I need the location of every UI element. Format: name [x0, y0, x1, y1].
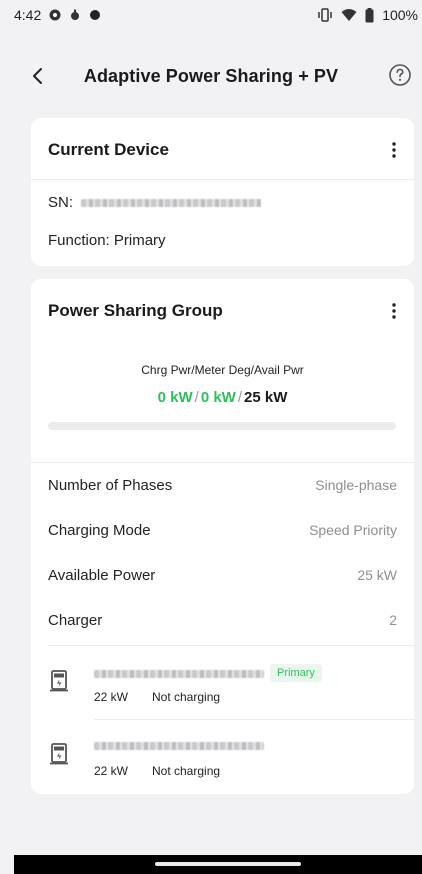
row-label: Number of Phases	[48, 476, 173, 494]
help-circle-icon[interactable]	[388, 63, 412, 87]
status-time: 4:42	[14, 7, 42, 23]
battery-percent: 100%	[382, 7, 418, 23]
charger-list-item[interactable]: 22 kW Not charging	[31, 720, 414, 792]
screen-edge	[0, 0, 14, 874]
row-number-of-phases: Number of Phases Single-phase	[48, 474, 397, 496]
separator: /	[237, 389, 242, 406]
row-value: 25 kW	[357, 567, 397, 583]
serial-number-label: SN:	[48, 194, 74, 211]
power-summary-values: 0 kW/0 kW/25 kW	[31, 389, 414, 406]
dot-notification-icon	[90, 10, 101, 20]
divider	[31, 462, 414, 463]
row-available-power: Available Power 25 kW	[48, 564, 397, 586]
current-device-title: Current Device	[48, 140, 169, 159]
charger-power: 22 kW	[94, 690, 129, 704]
power-sharing-title: Power Sharing Group	[48, 301, 223, 320]
charger-power: 22 kW	[94, 764, 129, 778]
power-summary-label: Chrg Pwr/Meter Deg/Avail Pwr	[141, 363, 304, 377]
available-power-value: 25 kW	[244, 389, 288, 406]
system-navigation-bar	[14, 855, 422, 874]
power-progress-bar	[48, 422, 396, 430]
ev-charger-icon	[50, 743, 68, 765]
row-label: Charging Mode	[48, 521, 151, 539]
function-text: Function: Primary	[48, 232, 166, 249]
meter-deg-value: 0 kW	[200, 389, 236, 406]
charger-name-redacted	[94, 742, 264, 750]
separator: /	[194, 389, 199, 406]
row-label: Available Power	[48, 566, 156, 584]
page-title: Adaptive Power Sharing + PV	[83, 66, 339, 86]
notification-icon	[49, 9, 61, 21]
app-bar: Adaptive Power Sharing + PV	[0, 54, 422, 98]
battery-icon	[365, 7, 374, 22]
ev-charger-icon	[50, 670, 68, 692]
charger-status: Not charging	[152, 764, 221, 778]
charger-list-item[interactable]: Primary 22 kW Not charging	[31, 646, 414, 718]
serial-number: SN:	[48, 194, 262, 211]
row-value: 2	[389, 612, 397, 628]
charging-power-value: 0 kW	[157, 389, 193, 406]
more-vertical-icon[interactable]	[384, 299, 404, 323]
row-charger: Charger 2	[48, 609, 397, 631]
status-bar: 4:42 100%	[0, 0, 422, 30]
row-charging-mode: Charging Mode Speed Priority	[48, 519, 397, 541]
divider	[31, 179, 414, 180]
wifi-icon	[341, 9, 357, 21]
power-sharing-group-card: Power Sharing Group Chrg Pwr/Meter Deg/A…	[31, 279, 414, 794]
vibrate-icon	[318, 8, 332, 22]
row-value: Speed Priority	[309, 522, 397, 538]
more-vertical-icon[interactable]	[384, 138, 404, 162]
home-gesture-handle[interactable]	[155, 862, 301, 866]
serial-number-redacted	[81, 199, 262, 208]
app-notification-icon	[71, 9, 80, 20]
primary-badge: Primary	[270, 664, 322, 682]
row-label: Charger	[48, 611, 103, 629]
current-device-card: Current Device SN: Function: Primary	[31, 118, 414, 266]
row-value: Single-phase	[315, 477, 397, 493]
charger-status: Not charging	[152, 690, 221, 704]
charger-name-redacted	[94, 670, 264, 678]
